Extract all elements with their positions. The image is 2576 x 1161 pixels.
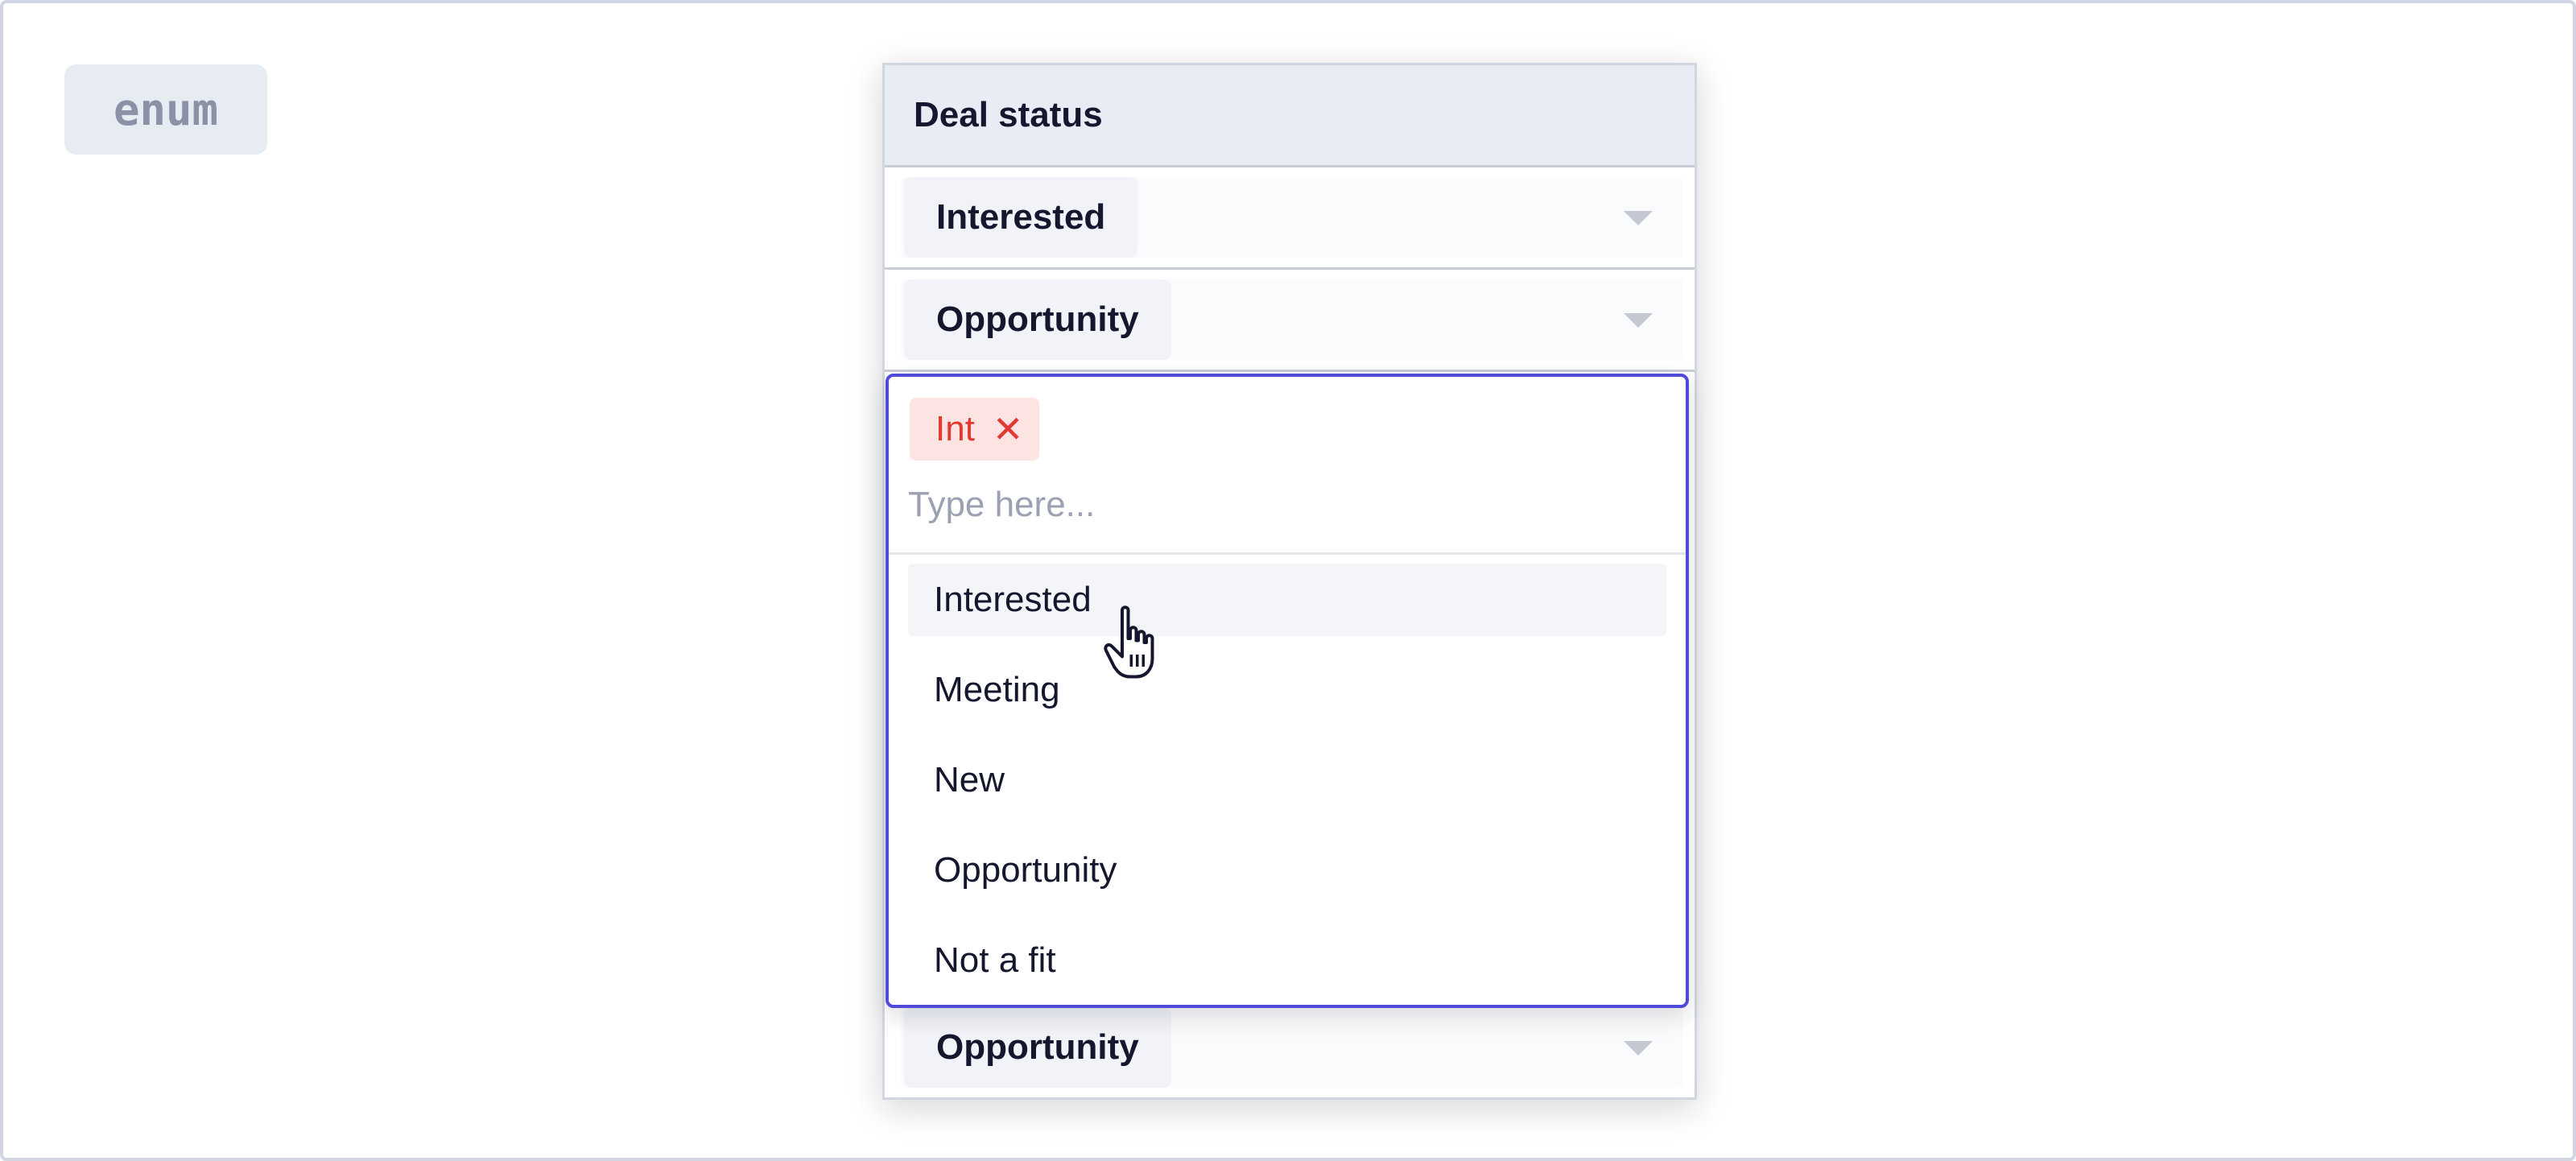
status-chip: Interested [904,177,1138,258]
options-list: Interested Meeting New Opportunity Not a… [908,564,1666,1014]
option-not-a-fit[interactable]: Not a fit [908,924,1666,997]
selected-tag-label: Int [935,409,975,448]
status-chip: Opportunity [904,279,1171,360]
cell-select[interactable]: Interested [901,177,1683,258]
divider [889,552,1686,555]
close-icon[interactable]: ✕ [993,411,1024,448]
option-new[interactable]: New [908,744,1666,816]
table-row[interactable]: Opportunity [885,270,1695,372]
caret-down-icon[interactable] [1624,211,1653,225]
caret-down-icon[interactable] [1624,1041,1653,1056]
status-chip: Opportunity [904,1007,1171,1088]
caret-down-icon[interactable] [1624,313,1653,328]
search-input[interactable] [908,477,1633,533]
option-opportunity[interactable]: Opportunity [908,834,1666,907]
table-row[interactable]: Interested [885,167,1695,270]
cell-select[interactable]: Opportunity [901,279,1683,360]
enum-editor-dropdown[interactable]: Int ✕ Interested Meeting New Opportunity… [886,374,1689,1008]
selected-tag: Int ✕ [910,398,1040,461]
option-interested[interactable]: Interested [908,564,1666,636]
column-header: Deal status [885,65,1695,167]
cell-select[interactable]: Opportunity [901,1007,1683,1088]
option-meeting[interactable]: Meeting [908,654,1666,726]
type-badge: enum [64,64,267,155]
hand-pointer-icon [1104,605,1154,679]
